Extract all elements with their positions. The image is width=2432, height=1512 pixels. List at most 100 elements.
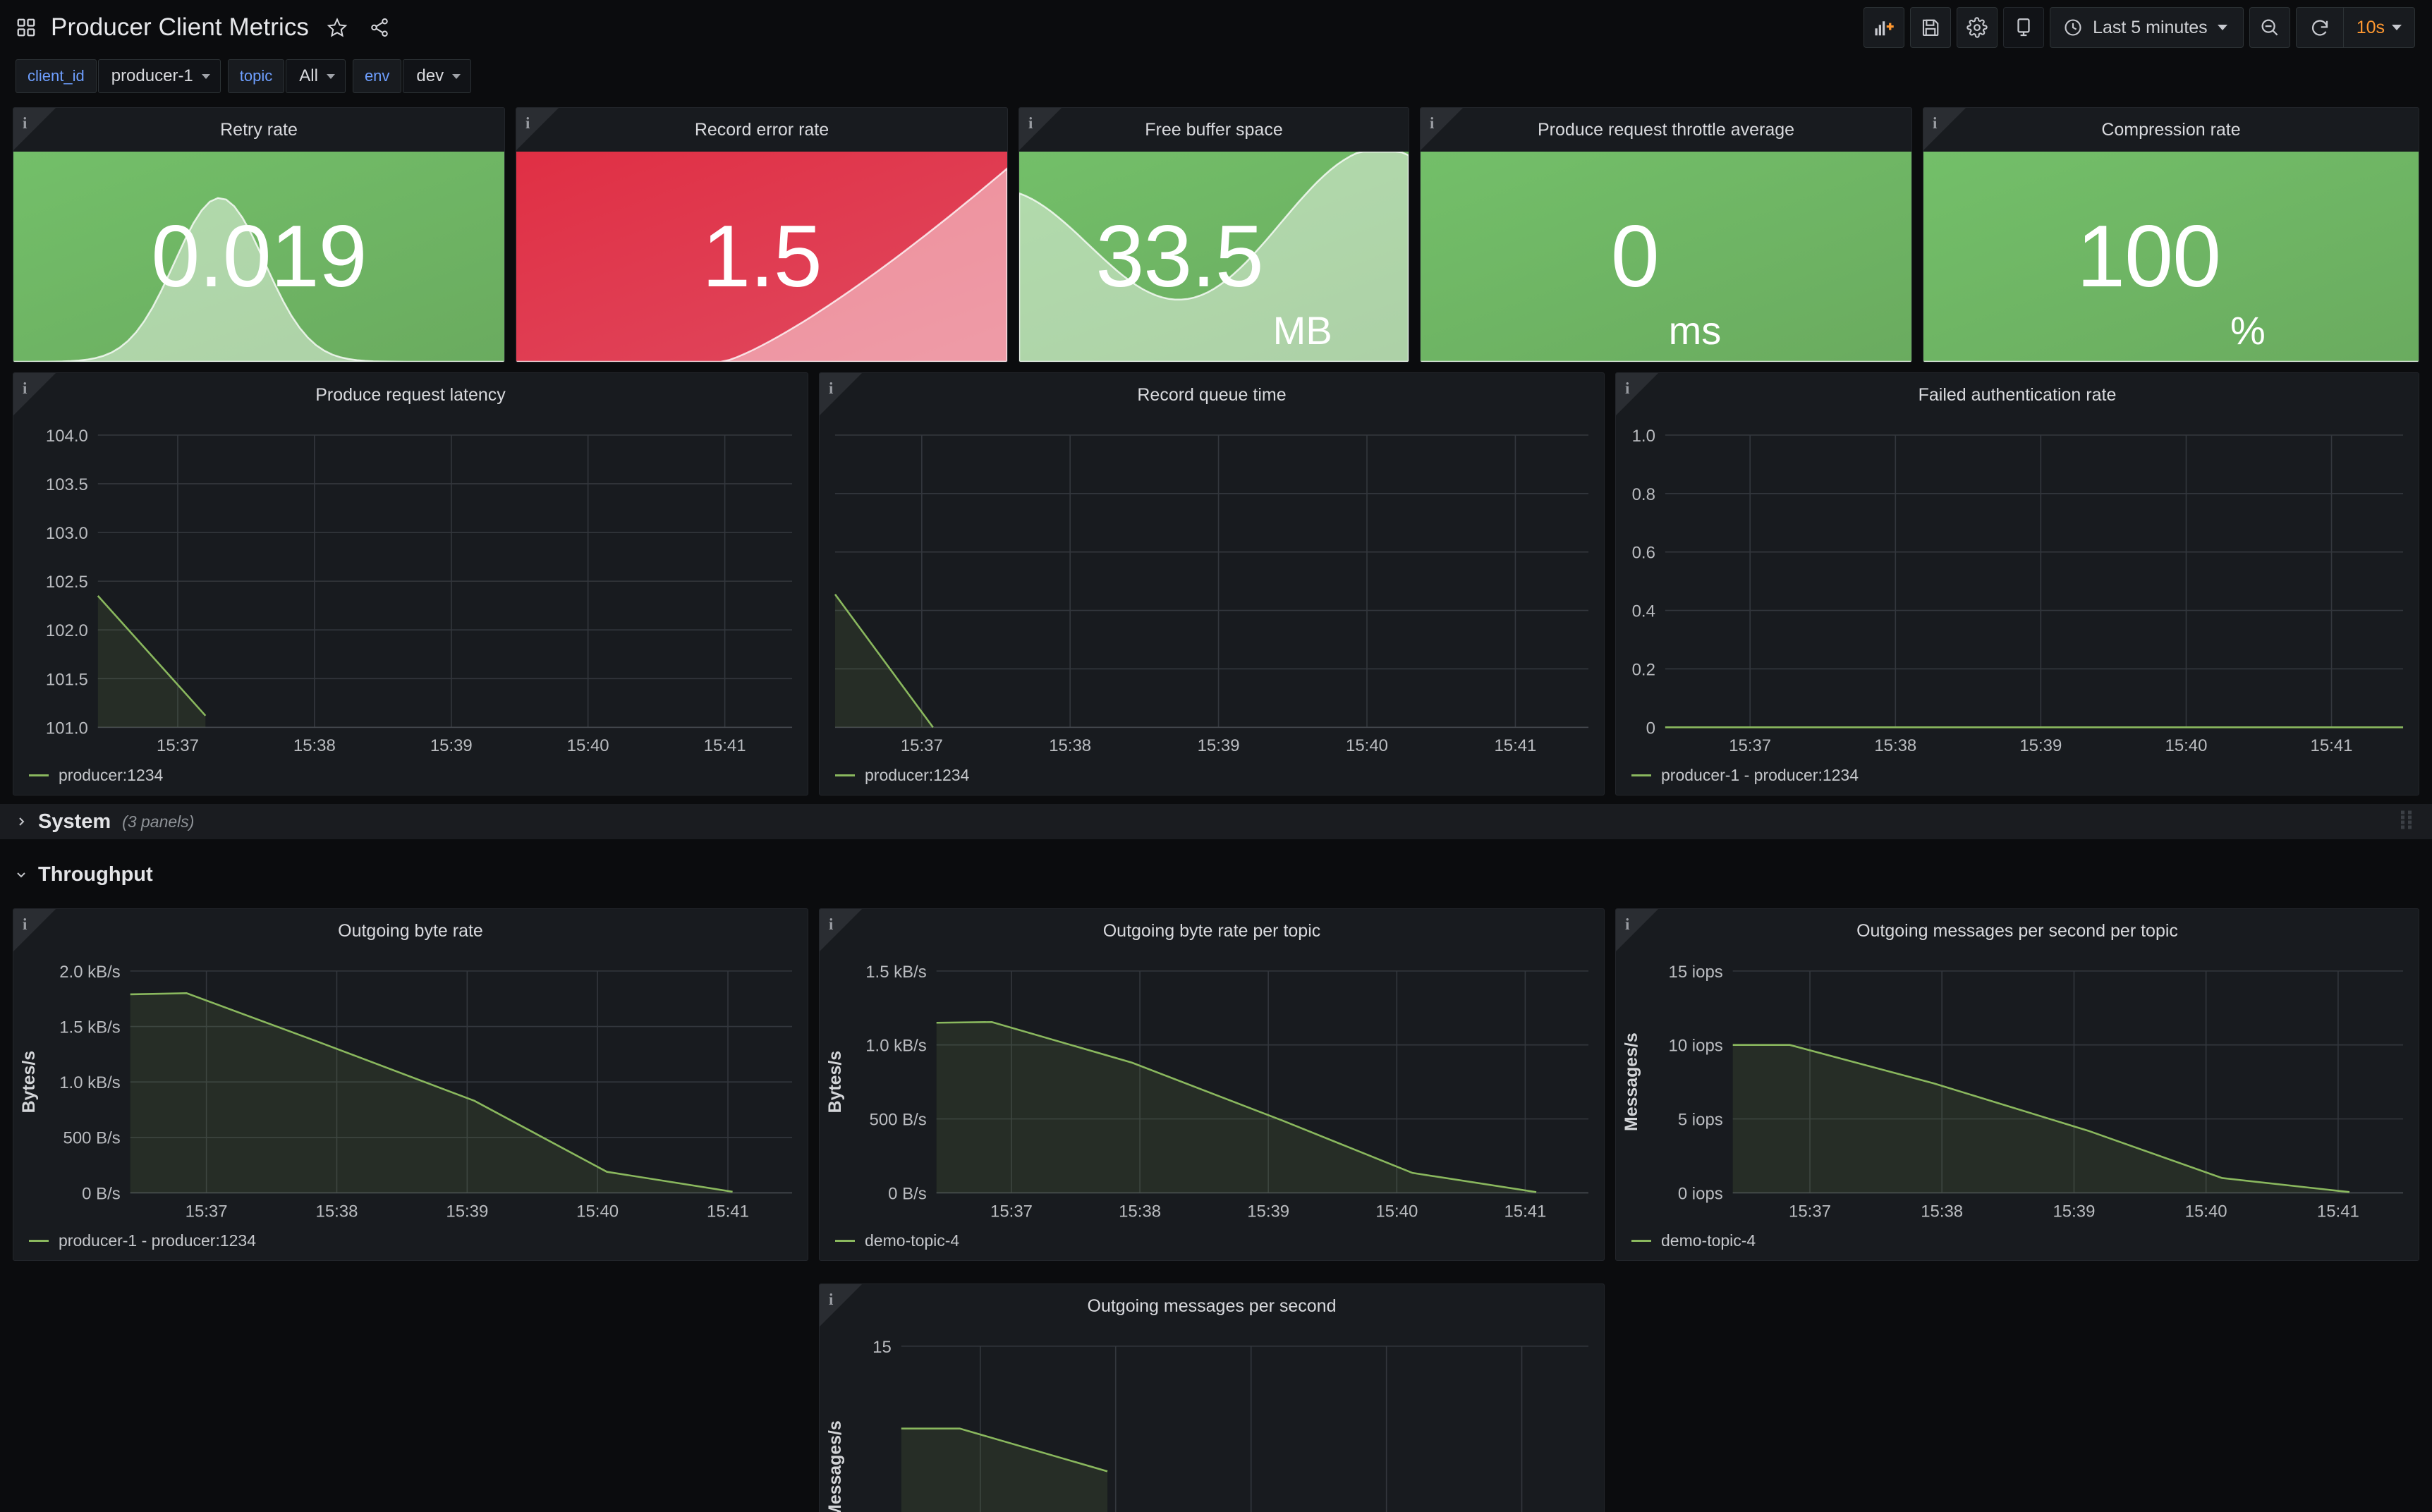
panel-legend[interactable]: producer-1 - producer:1234 <box>29 1231 256 1250</box>
save-dashboard-button[interactable] <box>1910 7 1951 48</box>
timeseries-plot-area[interactable]: 104.0103.5103.0102.5102.0101.5101.015:37… <box>13 417 808 795</box>
info-icon[interactable]: i <box>23 915 27 934</box>
panel-legend[interactable]: producer-1 - producer:1234 <box>1631 766 1859 785</box>
timeseries-panel[interactable]: i Failed authentication rate 1.00.80.60.… <box>1615 372 2419 795</box>
svg-text:101.5: 101.5 <box>46 670 88 689</box>
timeseries-panel[interactable]: i Record queue time 15:3715:3815:3915:40… <box>819 372 1605 795</box>
svg-text:15:40: 15:40 <box>567 736 609 755</box>
zoom-out-icon <box>2259 17 2280 38</box>
info-icon[interactable]: i <box>829 915 833 934</box>
refresh-interval-button[interactable]: 10s <box>2344 8 2414 47</box>
panel-info-corner <box>13 909 56 951</box>
stat-panel[interactable]: i Record error rate 1.5 <box>516 107 1008 362</box>
info-icon[interactable]: i <box>23 114 27 133</box>
timeseries-plot-area[interactable]: 1.5 kB/s1.0 kB/s500 B/s0 B/s15:3715:3815… <box>820 953 1604 1260</box>
tv-kiosk-button[interactable] <box>2003 7 2044 48</box>
timeseries-plot-area[interactable]: 1510Messages/s <box>820 1328 1604 1512</box>
svg-text:15 iops: 15 iops <box>1669 963 1723 982</box>
share-icon[interactable] <box>365 13 394 42</box>
stat-panel[interactable]: i Retry rate 0.019 <box>13 107 505 362</box>
timeseries-plot-area[interactable]: 15 iops10 iops5 iops0 iops15:3715:3815:3… <box>1616 953 2419 1260</box>
svg-text:0.6: 0.6 <box>1632 544 1655 563</box>
stat-value: 33.5 <box>1095 213 1263 300</box>
dashboard-row-header[interactable]: System (3 panels) <box>0 804 2432 839</box>
top-navbar: Producer Client Metrics <box>0 0 2432 55</box>
svg-text:15:38: 15:38 <box>293 736 336 755</box>
panel-header: i Record queue time <box>820 373 1604 417</box>
variable-env: env dev <box>353 59 471 93</box>
panel-legend[interactable]: demo-topic-4 <box>835 1231 959 1250</box>
svg-text:0: 0 <box>1646 719 1655 738</box>
star-icon[interactable] <box>323 13 351 42</box>
svg-text:15: 15 <box>873 1338 892 1357</box>
panel-title: Outgoing byte rate per topic <box>1103 921 1321 941</box>
variable-label-client-id: client_id <box>16 59 97 93</box>
stat-value: 0.019 <box>151 213 366 300</box>
row-drag-handle[interactable] <box>2400 810 2414 834</box>
legend-color-swatch <box>1631 774 1651 776</box>
panel-info-corner <box>13 108 56 150</box>
svg-text:102.5: 102.5 <box>46 573 88 592</box>
legend-label: producer-1 - producer:1234 <box>59 1231 256 1250</box>
info-icon[interactable]: i <box>1933 114 1937 133</box>
info-icon[interactable]: i <box>23 379 27 398</box>
svg-text:1.0 kB/s: 1.0 kB/s <box>59 1073 121 1092</box>
variable-value-client-id: producer-1 <box>111 68 193 85</box>
page-title: Producer Client Metrics <box>51 13 309 42</box>
variable-select-client-id[interactable]: producer-1 <box>98 59 221 93</box>
zoom-out-time-button[interactable] <box>2249 7 2290 48</box>
stat-panel[interactable]: i Compression rate 100 % <box>1923 107 2419 362</box>
panel-title: Outgoing byte rate <box>338 921 483 941</box>
time-range-picker[interactable]: Last 5 minutes <box>2050 7 2244 48</box>
chevron-right-icon <box>16 816 27 827</box>
stat-value: 100 <box>2077 213 2220 300</box>
svg-text:500 B/s: 500 B/s <box>870 1111 927 1130</box>
refresh-icon <box>2309 17 2330 38</box>
chevron-down-icon <box>327 74 335 79</box>
svg-text:15:41: 15:41 <box>1494 736 1536 755</box>
chevron-down-icon <box>16 869 27 880</box>
row-title: Throughput <box>38 863 153 886</box>
timeseries-plot-area[interactable]: 1.00.80.60.40.2015:3715:3815:3915:4015:4… <box>1616 417 2419 795</box>
panel-legend[interactable]: producer:1234 <box>835 766 969 785</box>
timeseries-panel[interactable]: i Produce request latency 104.0103.5103.… <box>13 372 808 795</box>
info-icon[interactable]: i <box>1625 379 1629 398</box>
stat-panel[interactable]: i Free buffer space 33.5 MB <box>1019 107 1409 362</box>
stat-panel-body: 33.5 MB <box>1019 152 1409 362</box>
stat-panel[interactable]: i Produce request throttle average 0 ms <box>1420 107 1912 362</box>
svg-text:15:41: 15:41 <box>1504 1202 1546 1221</box>
info-icon[interactable]: i <box>1625 915 1629 934</box>
panel-legend[interactable]: producer:1234 <box>29 766 163 785</box>
timeseries-panel[interactable]: i Outgoing messages per second per topic… <box>1615 908 2419 1261</box>
timeseries-plot-area[interactable]: 15:3715:3815:3915:4015:41 producer:1234 <box>820 417 1604 795</box>
chevron-down-icon <box>2218 25 2227 30</box>
refresh-button[interactable] <box>2297 8 2343 47</box>
timeseries-svg: 1.5 kB/s1.0 kB/s500 B/s0 B/s15:3715:3815… <box>820 953 1604 1260</box>
timeseries-plot-area[interactable]: 2.0 kB/s1.5 kB/s1.0 kB/s500 B/s0 B/s15:3… <box>13 953 808 1260</box>
variable-label-topic: topic <box>228 59 284 93</box>
timeseries-panel[interactable]: i Outgoing byte rate per topic 1.5 kB/s1… <box>819 908 1605 1261</box>
add-panel-button[interactable] <box>1863 7 1904 48</box>
panel-legend[interactable]: demo-topic-4 <box>1631 1231 1756 1250</box>
timeseries-panel[interactable]: i Outgoing byte rate 2.0 kB/s1.5 kB/s1.0… <box>13 908 808 1261</box>
panel-header: i Free buffer space <box>1019 108 1409 152</box>
panel-header: i Retry rate <box>13 108 504 152</box>
variable-select-topic[interactable]: All <box>286 59 346 93</box>
info-icon[interactable]: i <box>829 379 833 398</box>
svg-text:15:40: 15:40 <box>2185 1202 2227 1221</box>
timeseries-panel[interactable]: i Outgoing messages per second 1510Messa… <box>819 1284 1605 1512</box>
info-icon[interactable]: i <box>829 1291 833 1309</box>
svg-text:10 iops: 10 iops <box>1669 1037 1723 1056</box>
dashboard-row-header[interactable]: Throughput <box>0 857 2432 892</box>
time-range-button[interactable]: Last 5 minutes <box>2050 8 2243 47</box>
dashboard-settings-button[interactable] <box>1957 7 1998 48</box>
variable-select-env[interactable]: dev <box>403 59 471 93</box>
panel-title: Outgoing messages per second <box>1088 1296 1337 1317</box>
info-icon[interactable]: i <box>1430 114 1434 133</box>
stat-panel-body: 1.5 <box>516 152 1007 362</box>
info-icon[interactable]: i <box>525 114 530 133</box>
svg-text:15:37: 15:37 <box>990 1202 1033 1221</box>
legend-label: producer-1 - producer:1234 <box>1661 766 1859 785</box>
info-icon[interactable]: i <box>1028 114 1033 133</box>
refresh-picker[interactable]: 10s <box>2296 7 2415 48</box>
